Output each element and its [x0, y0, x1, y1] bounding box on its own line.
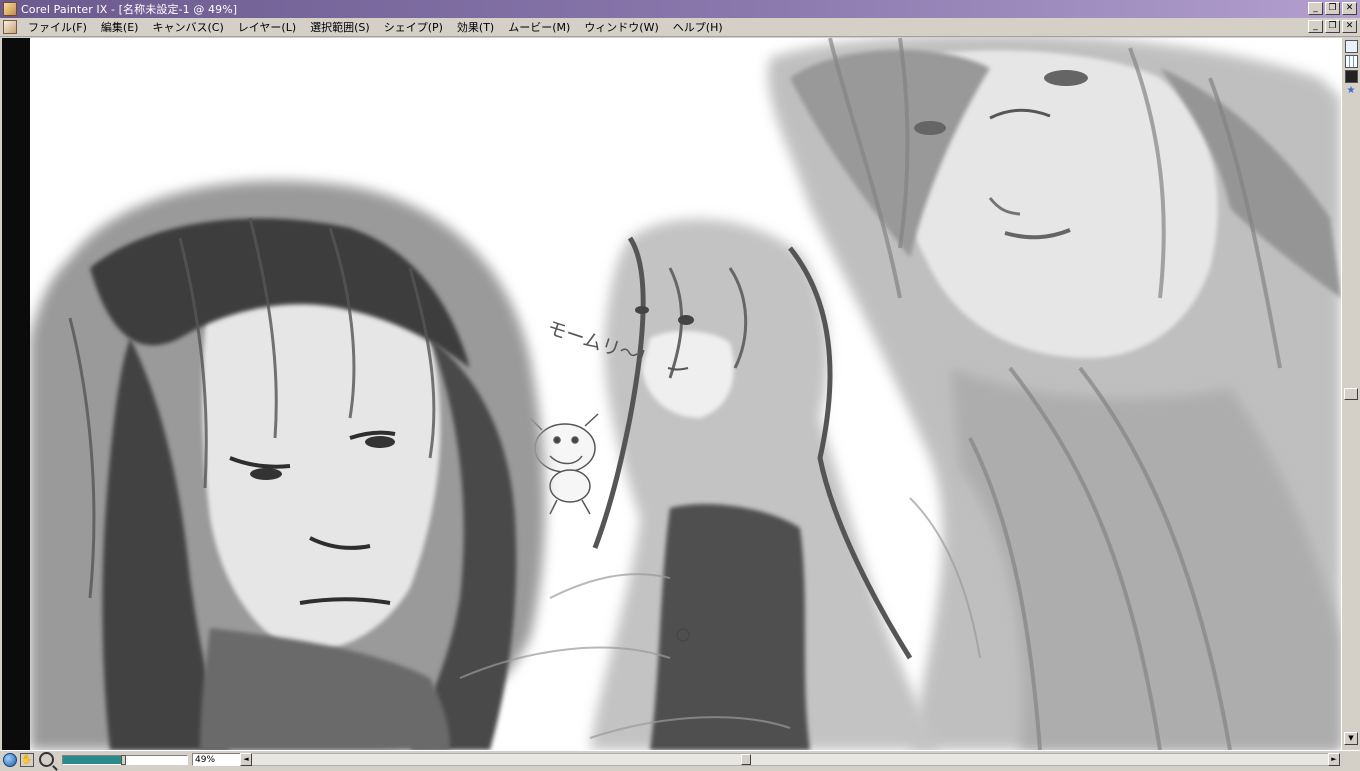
drawing-canvas[interactable]: モームリ～!	[30, 38, 1341, 750]
menu-select[interactable]: 選択範囲(S)	[303, 19, 377, 35]
menu-bar: ファイル(F) 編集(E) キャンバス(C) レイヤー(L) 選択範囲(S) シ…	[0, 18, 1360, 37]
window-title: Corel Painter IX - [名称未設定-1 @ 49%]	[21, 3, 238, 16]
menu-help[interactable]: ヘルプ(H)	[666, 19, 730, 35]
zoom-slider-handle[interactable]	[121, 754, 126, 765]
menu-file[interactable]: ファイル(F)	[21, 19, 94, 35]
grabber-icon[interactable]: ✋	[20, 752, 34, 767]
minimize-button[interactable]: _	[1308, 2, 1323, 15]
window-controls: _ ❐ ✕	[1308, 2, 1357, 15]
menu-layer[interactable]: レイヤー(L)	[231, 19, 303, 35]
menu-shape[interactable]: シェイプ(P)	[377, 19, 450, 35]
horizontal-scrollbar[interactable]: ◄ ►	[240, 753, 1340, 766]
title-bar: Corel Painter IX - [名称未設定-1 @ 49%] _ ❐ ✕	[0, 0, 1360, 18]
doc-minimize-button[interactable]: _	[1308, 20, 1323, 33]
menu-movie[interactable]: ムービー(M)	[501, 19, 577, 35]
doc-close-button[interactable]: ✕	[1342, 20, 1357, 33]
magnifier-icon[interactable]	[39, 752, 54, 767]
menu-canvas[interactable]: キャンバス(C)	[145, 19, 230, 35]
layers-panel-icon[interactable]	[1344, 40, 1358, 53]
menu-edit[interactable]: 編集(E)	[94, 19, 146, 35]
grid-panel-icon[interactable]	[1344, 55, 1358, 68]
right-scrollbar-panel: ★ ▼	[1341, 38, 1360, 750]
horizontal-scroll-thumb[interactable]	[741, 754, 751, 765]
scroll-down-arrow[interactable]: ▼	[1344, 732, 1358, 745]
left-figure	[30, 180, 545, 750]
menu-effects[interactable]: 効果(T)	[450, 19, 501, 35]
scroll-left-arrow[interactable]: ◄	[240, 753, 252, 766]
sketch-artwork: モームリ～!	[30, 38, 1341, 750]
left-toolbox-strip	[0, 38, 30, 750]
zoom-slider[interactable]	[62, 754, 188, 765]
doc-restore-button[interactable]: ❐	[1325, 20, 1340, 33]
status-bar: ✋ 49% ◄ ►	[0, 750, 1360, 768]
vertical-scroll-thumb[interactable]	[1344, 388, 1358, 400]
scroll-right-arrow[interactable]: ►	[1328, 753, 1340, 766]
color-panel-icon[interactable]	[1344, 70, 1358, 83]
close-button[interactable]: ✕	[1342, 2, 1357, 15]
globe-icon[interactable]	[3, 752, 17, 767]
zoom-slider-fill	[63, 755, 124, 764]
document-icon[interactable]	[3, 20, 17, 34]
zoom-percent-field[interactable]: 49%	[192, 753, 244, 766]
document-controls: _ ❐ ✕	[1308, 20, 1357, 33]
restore-button[interactable]: ❐	[1325, 2, 1340, 15]
painter-icon[interactable]	[3, 2, 17, 16]
menu-window[interactable]: ウィンドウ(W)	[577, 19, 665, 35]
star-panel-icon[interactable]: ★	[1344, 85, 1358, 98]
